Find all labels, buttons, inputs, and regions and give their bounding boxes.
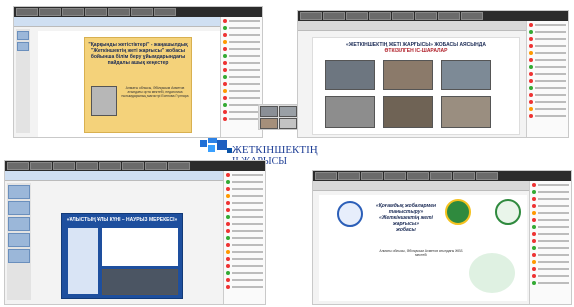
slide-thumb[interactable]	[17, 42, 29, 51]
participant-thumb	[369, 12, 391, 20]
video-call-panel-top-right: «ЖЕТКІНШЕКТІҢ ЖЕТІ ЖАРҒЫСЫ» ЖОБАСЫ АЯСЫН…	[297, 10, 569, 138]
participant-thumb	[62, 8, 84, 16]
participant-thumb	[323, 12, 345, 20]
participant-thumb	[39, 8, 61, 16]
video-call-panel-bottom-right: «Қоғамдық жобалармен таныстыру» «Жеткінш…	[312, 170, 572, 305]
participant-thumb	[338, 172, 360, 180]
participant-thumb	[145, 162, 167, 170]
participant-thumb	[453, 172, 475, 180]
participant-thumb	[99, 162, 121, 170]
participant-thumb	[407, 172, 429, 180]
slide-thumb[interactable]	[8, 201, 30, 215]
participant-thumb	[131, 8, 153, 16]
slide-area: "Қарқынды жетістіктері" - жаңашылдық "Же…	[38, 31, 220, 137]
participant-thumb	[76, 162, 98, 170]
slide: «ҰЛЫСТЫҢ ҰЛЫ КҮНІ – НАУРЫЗ МЕРЕКЕСІ»	[61, 213, 183, 299]
camera-thumb	[260, 106, 278, 117]
event-photo	[383, 96, 433, 128]
participant-thumbnails	[298, 11, 568, 21]
slide-subtitle: ӨТКІЗІЛГЕН ІС-ШАРАЛАР	[384, 48, 448, 54]
participant-thumb	[315, 172, 337, 180]
slide-thumbnails	[16, 29, 30, 133]
participant-thumbnails	[313, 171, 571, 181]
logo-square	[200, 140, 207, 147]
camera-thumb	[279, 118, 297, 129]
logo-square	[217, 140, 227, 150]
participant-thumb	[122, 162, 144, 170]
participant-thumbnails	[5, 161, 265, 171]
participant-thumb	[415, 12, 437, 20]
presenter-photo	[91, 86, 117, 116]
participants-list[interactable]	[220, 17, 262, 137]
participant-thumb	[392, 12, 414, 20]
camera-thumb	[260, 118, 278, 129]
slide-title-line3: жобасы	[396, 227, 416, 233]
participant-thumb	[108, 8, 130, 16]
event-photo	[325, 96, 375, 128]
video-call-panel-bottom-left: «ҰЛЫСТЫҢ ҰЛЫ КҮНІ – НАУРЫЗ МЕРЕКЕСІ»	[4, 160, 266, 305]
slide: «Қоғамдық жобалармен таныстыру» «Жеткінш…	[319, 195, 527, 301]
slide-thumbnails	[7, 183, 31, 300]
participant-thumb	[16, 8, 38, 16]
slide-title-line2: «Жеткіншектің жеті жарғысы»	[379, 215, 433, 227]
participant-thumb	[461, 12, 483, 20]
participant-thumb	[384, 172, 406, 180]
participant-thumb	[85, 8, 107, 16]
slide-title: «ҰЛЫСТЫҢ ҰЛЫ КҮНІ – НАУРЫЗ МЕРЕКЕСІ»	[66, 217, 178, 223]
camera-thumb	[279, 106, 297, 117]
logo-square	[208, 145, 215, 152]
slide-thumb[interactable]	[8, 233, 30, 247]
participant-thumb	[30, 162, 52, 170]
event-photo	[441, 96, 491, 128]
participant-thumb	[430, 172, 452, 180]
camera-strip	[258, 104, 298, 130]
seal-logo-right	[495, 199, 521, 225]
participant-thumb	[361, 172, 383, 180]
event-photo	[383, 60, 433, 90]
event-photo	[325, 60, 375, 90]
participant-thumb	[438, 12, 460, 20]
slide-caption: Алматы облысы, Әбілқасым Ахметов атындағ…	[379, 249, 463, 257]
slide-title: «ЖЕТКІНШЕКТІҢ ЖЕТІ ЖАРҒЫСЫ» ЖОБАСЫ АЯСЫН…	[346, 42, 486, 48]
participant-thumb	[300, 12, 322, 20]
slide-thumb[interactable]	[8, 249, 30, 263]
participant-thumb	[168, 162, 190, 170]
slide-decoration	[469, 253, 515, 293]
participant-thumb	[476, 172, 498, 180]
participants-list[interactable]	[529, 181, 571, 304]
participant-thumbnails	[14, 7, 262, 17]
seal-logo-left	[337, 201, 363, 227]
participant-thumb	[53, 162, 75, 170]
slide-thumb[interactable]	[8, 217, 30, 231]
slide: "Қарқынды жетістіктері" - жаңашылдық "Же…	[84, 37, 192, 133]
slide-thumb[interactable]	[17, 31, 29, 40]
participant-thumb	[154, 8, 176, 16]
slide-emblem	[68, 228, 98, 294]
seal-logo-middle	[445, 199, 471, 225]
video-call-panel-top-left: "Қарқынды жетістіктері" - жаңашылдық "Же…	[13, 6, 263, 138]
slide-text-block	[102, 228, 178, 266]
slide: «ЖЕТКІНШЕКТІҢ ЖЕТІ ЖАРҒЫСЫ» ЖОБАСЫ АЯСЫН…	[312, 37, 520, 135]
logo-title: ЖЕТКІНШЕКТІҢ	[232, 144, 318, 156]
event-photo	[441, 60, 491, 90]
slide-title: "Қарқынды жетістіктері" - жаңашылдық "Же…	[88, 42, 188, 66]
participants-list[interactable]	[223, 171, 265, 304]
slide-caption: Алматы облысы, Әбілқасым Ахметов атындағ…	[121, 86, 189, 98]
slide-photo	[102, 269, 178, 295]
slide-thumb[interactable]	[8, 185, 30, 199]
participant-thumb	[7, 162, 29, 170]
participants-list[interactable]	[526, 21, 568, 137]
slide-title-line1: «Қоғамдық жобалармен таныстыру»	[375, 203, 437, 215]
participant-thumb	[346, 12, 368, 20]
